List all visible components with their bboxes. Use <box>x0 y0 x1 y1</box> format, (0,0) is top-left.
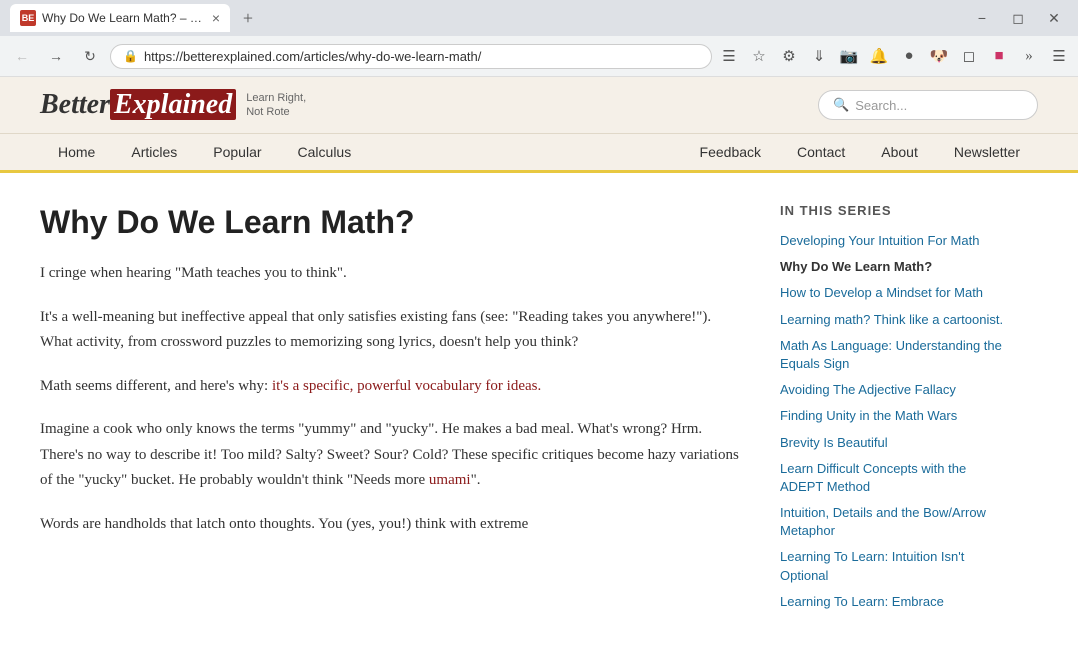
menu-icon[interactable]: ☰ <box>1048 45 1070 67</box>
logo-tagline: Learn Right, Not Rote <box>246 91 306 120</box>
circle-icon[interactable]: ● <box>898 45 920 67</box>
series-item-3[interactable]: How to Develop a Mindset for Math <box>780 284 1010 302</box>
tab-favicon: BE <box>20 10 36 26</box>
nav-about[interactable]: About <box>863 134 936 170</box>
nav-contact[interactable]: Contact <box>779 134 863 170</box>
maximize-button[interactable]: ◻ <box>1004 4 1032 32</box>
nav-calculus[interactable]: Calculus <box>280 134 370 170</box>
sidebar: IN THIS SERIES Developing Your Intuition… <box>780 203 1010 611</box>
nav-feedback[interactable]: Feedback <box>682 134 779 170</box>
search-placeholder: Search... <box>855 98 907 113</box>
nav-left: Home Articles Popular Calculus <box>40 134 369 170</box>
series-item-1[interactable]: Developing Your Intuition For Math <box>780 232 1010 250</box>
tab-title: Why Do We Learn Math? – B... <box>42 11 206 25</box>
forward-button[interactable]: → <box>42 42 70 70</box>
site-header: BetterExplained Learn Right, Not Rote 🔍 … <box>0 77 1078 134</box>
series-link-6[interactable]: Avoiding The Adjective Fallacy <box>780 382 956 397</box>
browser-nav-bar: ← → ↻ 🔒 https://betterexplained.com/arti… <box>0 36 1078 76</box>
article-paragraph-2: It's a well-meaning but ineffective appe… <box>40 305 740 356</box>
extensions-icon[interactable]: ⚙ <box>778 45 800 67</box>
series-item-8[interactable]: Brevity Is Beautiful <box>780 434 1010 452</box>
site-nav: Home Articles Popular Calculus Feedback … <box>0 134 1078 173</box>
umami-link[interactable]: umami <box>429 472 471 488</box>
ssl-lock-icon: 🔒 <box>123 49 138 63</box>
minimize-button[interactable]: − <box>968 4 996 32</box>
series-item-10[interactable]: Intuition, Details and the Bow/Arrow Met… <box>780 504 1010 540</box>
profile-icon[interactable]: 🐶 <box>928 45 950 67</box>
series-link-11[interactable]: Learning To Learn: Intuition Isn't Optio… <box>780 549 964 582</box>
article-paragraph-3: Math seems different, and here's why: it… <box>40 374 740 400</box>
new-tab-button[interactable]: + <box>234 4 262 32</box>
notification-icon[interactable]: 🔔 <box>868 45 890 67</box>
logo-explained: Explained <box>110 89 236 120</box>
series-link-10[interactable]: Intuition, Details and the Bow/Arrow Met… <box>780 505 986 538</box>
logo-better: Better <box>40 89 110 120</box>
series-link-5[interactable]: Math As Language: Understanding the Equa… <box>780 338 1002 371</box>
article-paragraph-4: Imagine a cook who only knows the terms … <box>40 417 740 494</box>
series-item-2-current[interactable]: Why Do We Learn Math? <box>780 258 1010 276</box>
article-paragraph-5: Words are handholds that latch onto thou… <box>40 512 740 538</box>
series-link-12[interactable]: Learning To Learn: Embrace <box>780 594 944 609</box>
address-bar[interactable]: 🔒 https://betterexplained.com/articles/w… <box>110 44 712 69</box>
series-item-6[interactable]: Avoiding The Adjective Fallacy <box>780 381 1010 399</box>
article-body: Why Do We Learn Math? I cringe when hear… <box>40 203 740 611</box>
browser-toolbar-icons: ☰ ☆ ⚙ ⇓ 📷 🔔 ● 🐶 ◻ ■ » ☰ <box>718 45 1070 67</box>
back-button[interactable]: ← <box>8 42 36 70</box>
logo-area[interactable]: BetterExplained Learn Right, Not Rote <box>40 89 306 121</box>
nav-right: Feedback Contact About Newsletter <box>682 134 1038 170</box>
more-tools-icon[interactable]: » <box>1018 45 1040 67</box>
series-item-4[interactable]: Learning math? Think like a cartoonist. <box>780 311 1010 329</box>
series-link-1[interactable]: Developing Your Intuition For Math <box>780 233 979 248</box>
series-link-4[interactable]: Learning math? Think like a cartoonist. <box>780 312 1003 327</box>
series-link-3[interactable]: How to Develop a Mindset for Math <box>780 285 983 300</box>
main-content: Why Do We Learn Math? I cringe when hear… <box>0 173 1078 641</box>
sync-icon[interactable]: ◻ <box>958 45 980 67</box>
browser-tab[interactable]: BE Why Do We Learn Math? – B... × <box>10 4 230 32</box>
pocket-icon[interactable]: ■ <box>988 45 1010 67</box>
series-heading: IN THIS SERIES <box>780 203 1010 218</box>
reload-button[interactable]: ↻ <box>76 42 104 70</box>
camera-icon[interactable]: 📷 <box>838 45 860 67</box>
article-title: Why Do We Learn Math? <box>40 203 740 241</box>
series-link-2[interactable]: Why Do We Learn Math? <box>780 259 932 274</box>
series-item-11[interactable]: Learning To Learn: Intuition Isn't Optio… <box>780 548 1010 584</box>
nav-home[interactable]: Home <box>40 134 113 170</box>
browser-titlebar: BE Why Do We Learn Math? – B... × + − ◻ … <box>0 0 1078 36</box>
bookmarks-icon[interactable]: ☰ <box>718 45 740 67</box>
series-list: Developing Your Intuition For Math Why D… <box>780 232 1010 611</box>
star-icon[interactable]: ☆ <box>748 45 770 67</box>
series-item-12[interactable]: Learning To Learn: Embrace <box>780 593 1010 611</box>
download-icon[interactable]: ⇓ <box>808 45 830 67</box>
browser-chrome: BE Why Do We Learn Math? – B... × + − ◻ … <box>0 0 1078 77</box>
nav-articles[interactable]: Articles <box>113 134 195 170</box>
close-window-button[interactable]: ✕ <box>1040 4 1068 32</box>
tab-close-button[interactable]: × <box>212 10 220 26</box>
nav-popular[interactable]: Popular <box>195 134 279 170</box>
article-paragraph-1: I cringe when hearing "Math teaches you … <box>40 261 740 287</box>
series-item-7[interactable]: Finding Unity in the Math Wars <box>780 407 1010 425</box>
address-text: https://betterexplained.com/articles/why… <box>144 49 481 64</box>
search-icon: 🔍 <box>833 97 849 113</box>
search-box[interactable]: 🔍 Search... <box>818 90 1038 120</box>
nav-newsletter[interactable]: Newsletter <box>936 134 1038 170</box>
series-link-9[interactable]: Learn Difficult Concepts with the ADEPT … <box>780 461 966 494</box>
logo[interactable]: BetterExplained <box>40 89 236 121</box>
series-item-5[interactable]: Math As Language: Understanding the Equa… <box>780 337 1010 373</box>
series-item-9[interactable]: Learn Difficult Concepts with the ADEPT … <box>780 460 1010 496</box>
series-link-8[interactable]: Brevity Is Beautiful <box>780 435 888 450</box>
series-link-7[interactable]: Finding Unity in the Math Wars <box>780 408 957 423</box>
